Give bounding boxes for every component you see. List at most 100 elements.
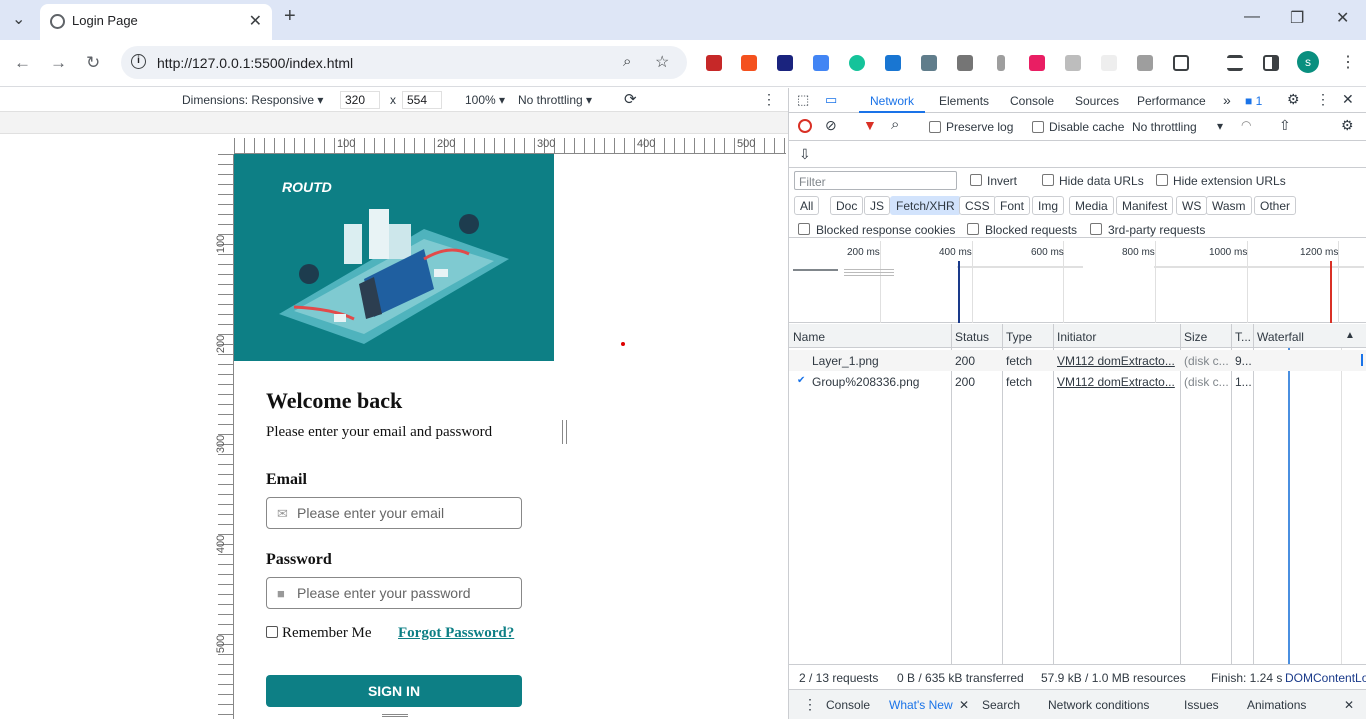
filter-manifest[interactable]: Manifest bbox=[1116, 196, 1174, 215]
device-more-icon[interactable]: ⋮ bbox=[762, 91, 776, 108]
filter-funnel-icon[interactable]: ▼ bbox=[863, 117, 877, 133]
settings-gear-icon[interactable]: ⚙ bbox=[1287, 91, 1300, 108]
resize-handle-right[interactable] bbox=[562, 420, 567, 444]
height-input[interactable]: 554 bbox=[402, 91, 442, 109]
filter-other[interactable]: Other bbox=[1254, 196, 1297, 215]
remember-checkbox[interactable] bbox=[266, 626, 278, 638]
remember-me[interactable]: Remember Me bbox=[266, 625, 372, 642]
back-icon[interactable]: ← bbox=[14, 53, 31, 73]
table-row[interactable]: ✔ Group%208336.png 200 fetch VM112 domEx… bbox=[789, 371, 1366, 392]
clear-icon[interactable]: ⊘ bbox=[825, 117, 837, 134]
download-icon[interactable]: ⇩ bbox=[799, 146, 811, 163]
tab-console[interactable]: Console bbox=[1010, 94, 1054, 108]
forgot-password-link[interactable]: Forgot Password? bbox=[398, 625, 514, 642]
col-time[interactable]: T... bbox=[1235, 330, 1251, 344]
device-toggle-icon[interactable]: ▭ bbox=[825, 92, 837, 108]
translate-icon[interactable] bbox=[813, 55, 829, 71]
extension-c-icon[interactable] bbox=[1137, 55, 1153, 71]
width-input[interactable]: 320 bbox=[340, 91, 380, 109]
col-initiator[interactable]: Initiator bbox=[1057, 330, 1096, 344]
filter-media[interactable]: Media bbox=[1069, 196, 1114, 215]
pencil-icon[interactable] bbox=[1065, 55, 1081, 71]
more-tabs-icon[interactable]: » bbox=[1223, 92, 1231, 108]
drawer-tab-whats-new[interactable]: What's New bbox=[889, 698, 953, 712]
filter-ws[interactable]: WS bbox=[1176, 196, 1208, 215]
dimensions-select[interactable]: Dimensions: Responsive ▾ bbox=[182, 93, 323, 107]
upload-icon[interactable]: ⇧ bbox=[1279, 117, 1291, 134]
side-panel-icon[interactable] bbox=[1263, 55, 1279, 71]
sort-arrow-icon[interactable]: ▲ bbox=[1345, 330, 1355, 341]
zoom-select[interactable]: 100% ▾ bbox=[465, 93, 505, 107]
forward-icon[interactable]: → bbox=[50, 53, 67, 73]
url-text[interactable]: http://127.0.0.1:5500/index.html bbox=[157, 55, 353, 71]
filter-input[interactable]: Filter bbox=[794, 171, 957, 190]
tab-performance[interactable]: Performance bbox=[1137, 94, 1206, 108]
filter-js[interactable]: JS bbox=[864, 196, 891, 215]
hide-extension-urls-checkbox[interactable] bbox=[1156, 174, 1168, 186]
table-row[interactable]: Layer_1.png 200 fetch VM112 domExtracto.… bbox=[789, 350, 1366, 371]
profile-avatar[interactable]: s bbox=[1297, 51, 1319, 73]
extension-badge-icon[interactable] bbox=[885, 55, 901, 71]
third-party-checkbox[interactable] bbox=[1090, 223, 1102, 235]
filter-font[interactable]: Font bbox=[994, 196, 1031, 215]
extensions-puzzle-icon[interactable] bbox=[1173, 55, 1189, 71]
search-icon[interactable]: ⌕ bbox=[891, 116, 899, 133]
close-whats-new-icon[interactable]: ✕ bbox=[959, 698, 969, 712]
record-stop-icon[interactable] bbox=[798, 119, 812, 133]
drawer-menu-icon[interactable]: ⋮ bbox=[803, 696, 817, 713]
reload-icon[interactable]: ↻ bbox=[86, 53, 100, 73]
network-throttle-select[interactable]: No throttling bbox=[1132, 120, 1197, 134]
media-list-icon[interactable] bbox=[1227, 55, 1243, 71]
drawer-tab-search[interactable]: Search bbox=[982, 698, 1020, 712]
blocked-cookies-checkbox[interactable] bbox=[798, 223, 810, 235]
microphone-icon[interactable] bbox=[997, 55, 1005, 71]
tab-sources[interactable]: Sources bbox=[1075, 94, 1119, 108]
preserve-log-checkbox[interactable] bbox=[929, 121, 941, 133]
tab-elements[interactable]: Elements bbox=[939, 94, 989, 108]
chevron-down-icon[interactable]: ▾ bbox=[1217, 119, 1223, 133]
col-name[interactable]: Name bbox=[793, 330, 825, 344]
wifi-icon[interactable]: ◠ bbox=[1241, 118, 1251, 132]
invert-checkbox[interactable] bbox=[970, 174, 982, 186]
maximize-button[interactable]: ❐ bbox=[1290, 8, 1304, 28]
menu-kebab-icon[interactable]: ⋮ bbox=[1340, 52, 1356, 72]
extension-copy-icon[interactable] bbox=[957, 55, 973, 71]
filter-wasm[interactable]: Wasm bbox=[1206, 196, 1252, 215]
close-drawer-icon[interactable]: ✕ bbox=[1344, 698, 1354, 712]
browser-tab[interactable]: Login Page ✕ bbox=[40, 4, 272, 40]
filter-doc[interactable]: Doc bbox=[830, 196, 864, 215]
col-status[interactable]: Status bbox=[955, 330, 989, 344]
password-field[interactable]: ■ Please enter your password bbox=[266, 577, 522, 609]
blocked-requests-checkbox[interactable] bbox=[967, 223, 979, 235]
col-waterfall[interactable]: Waterfall bbox=[1257, 330, 1304, 344]
drawer-tab-network-conditions[interactable]: Network conditions bbox=[1048, 698, 1149, 712]
disable-cache-checkbox[interactable] bbox=[1032, 121, 1044, 133]
site-info-icon[interactable]: i bbox=[131, 54, 146, 69]
hide-data-urls-checkbox[interactable] bbox=[1042, 174, 1054, 186]
bookmark-star-icon[interactable]: ☆ bbox=[655, 52, 669, 72]
col-size[interactable]: Size bbox=[1184, 330, 1207, 344]
issues-badge[interactable]: ■ 1 bbox=[1245, 94, 1262, 108]
devtools-menu-icon[interactable]: ⋮ bbox=[1316, 91, 1330, 108]
close-tab-icon[interactable]: ✕ bbox=[249, 11, 262, 31]
drawer-tab-issues[interactable]: Issues bbox=[1184, 698, 1219, 712]
rotate-icon[interactable]: ⟳ bbox=[624, 90, 637, 108]
extension-cube-icon[interactable] bbox=[777, 55, 793, 71]
filter-all[interactable]: All bbox=[794, 196, 820, 215]
filter-fetch-xhr[interactable]: Fetch/XHR bbox=[890, 196, 961, 215]
sign-in-button[interactable]: SIGN IN bbox=[266, 675, 522, 707]
tab-network[interactable]: Network bbox=[870, 94, 914, 108]
address-bar[interactable]: i http://127.0.0.1:5500/index.html ⌕ ☆ bbox=[121, 46, 687, 79]
extension-rocket-icon[interactable] bbox=[741, 55, 757, 71]
grammarly-icon[interactable] bbox=[849, 55, 865, 71]
close-window-button[interactable]: ✕ bbox=[1336, 8, 1349, 28]
inspect-icon[interactable]: ⬚ bbox=[797, 92, 809, 108]
extension-bird-icon[interactable] bbox=[921, 55, 937, 71]
throttle-select[interactable]: No throttling ▾ bbox=[518, 93, 592, 107]
filter-css[interactable]: CSS bbox=[959, 196, 996, 215]
zoom-icon[interactable]: ⌕ bbox=[623, 53, 631, 70]
network-settings-icon[interactable]: ⚙ bbox=[1341, 117, 1354, 134]
drawer-tab-animations[interactable]: Animations bbox=[1247, 698, 1306, 712]
col-type[interactable]: Type bbox=[1006, 330, 1032, 344]
extension-grid-icon[interactable] bbox=[1101, 55, 1117, 71]
